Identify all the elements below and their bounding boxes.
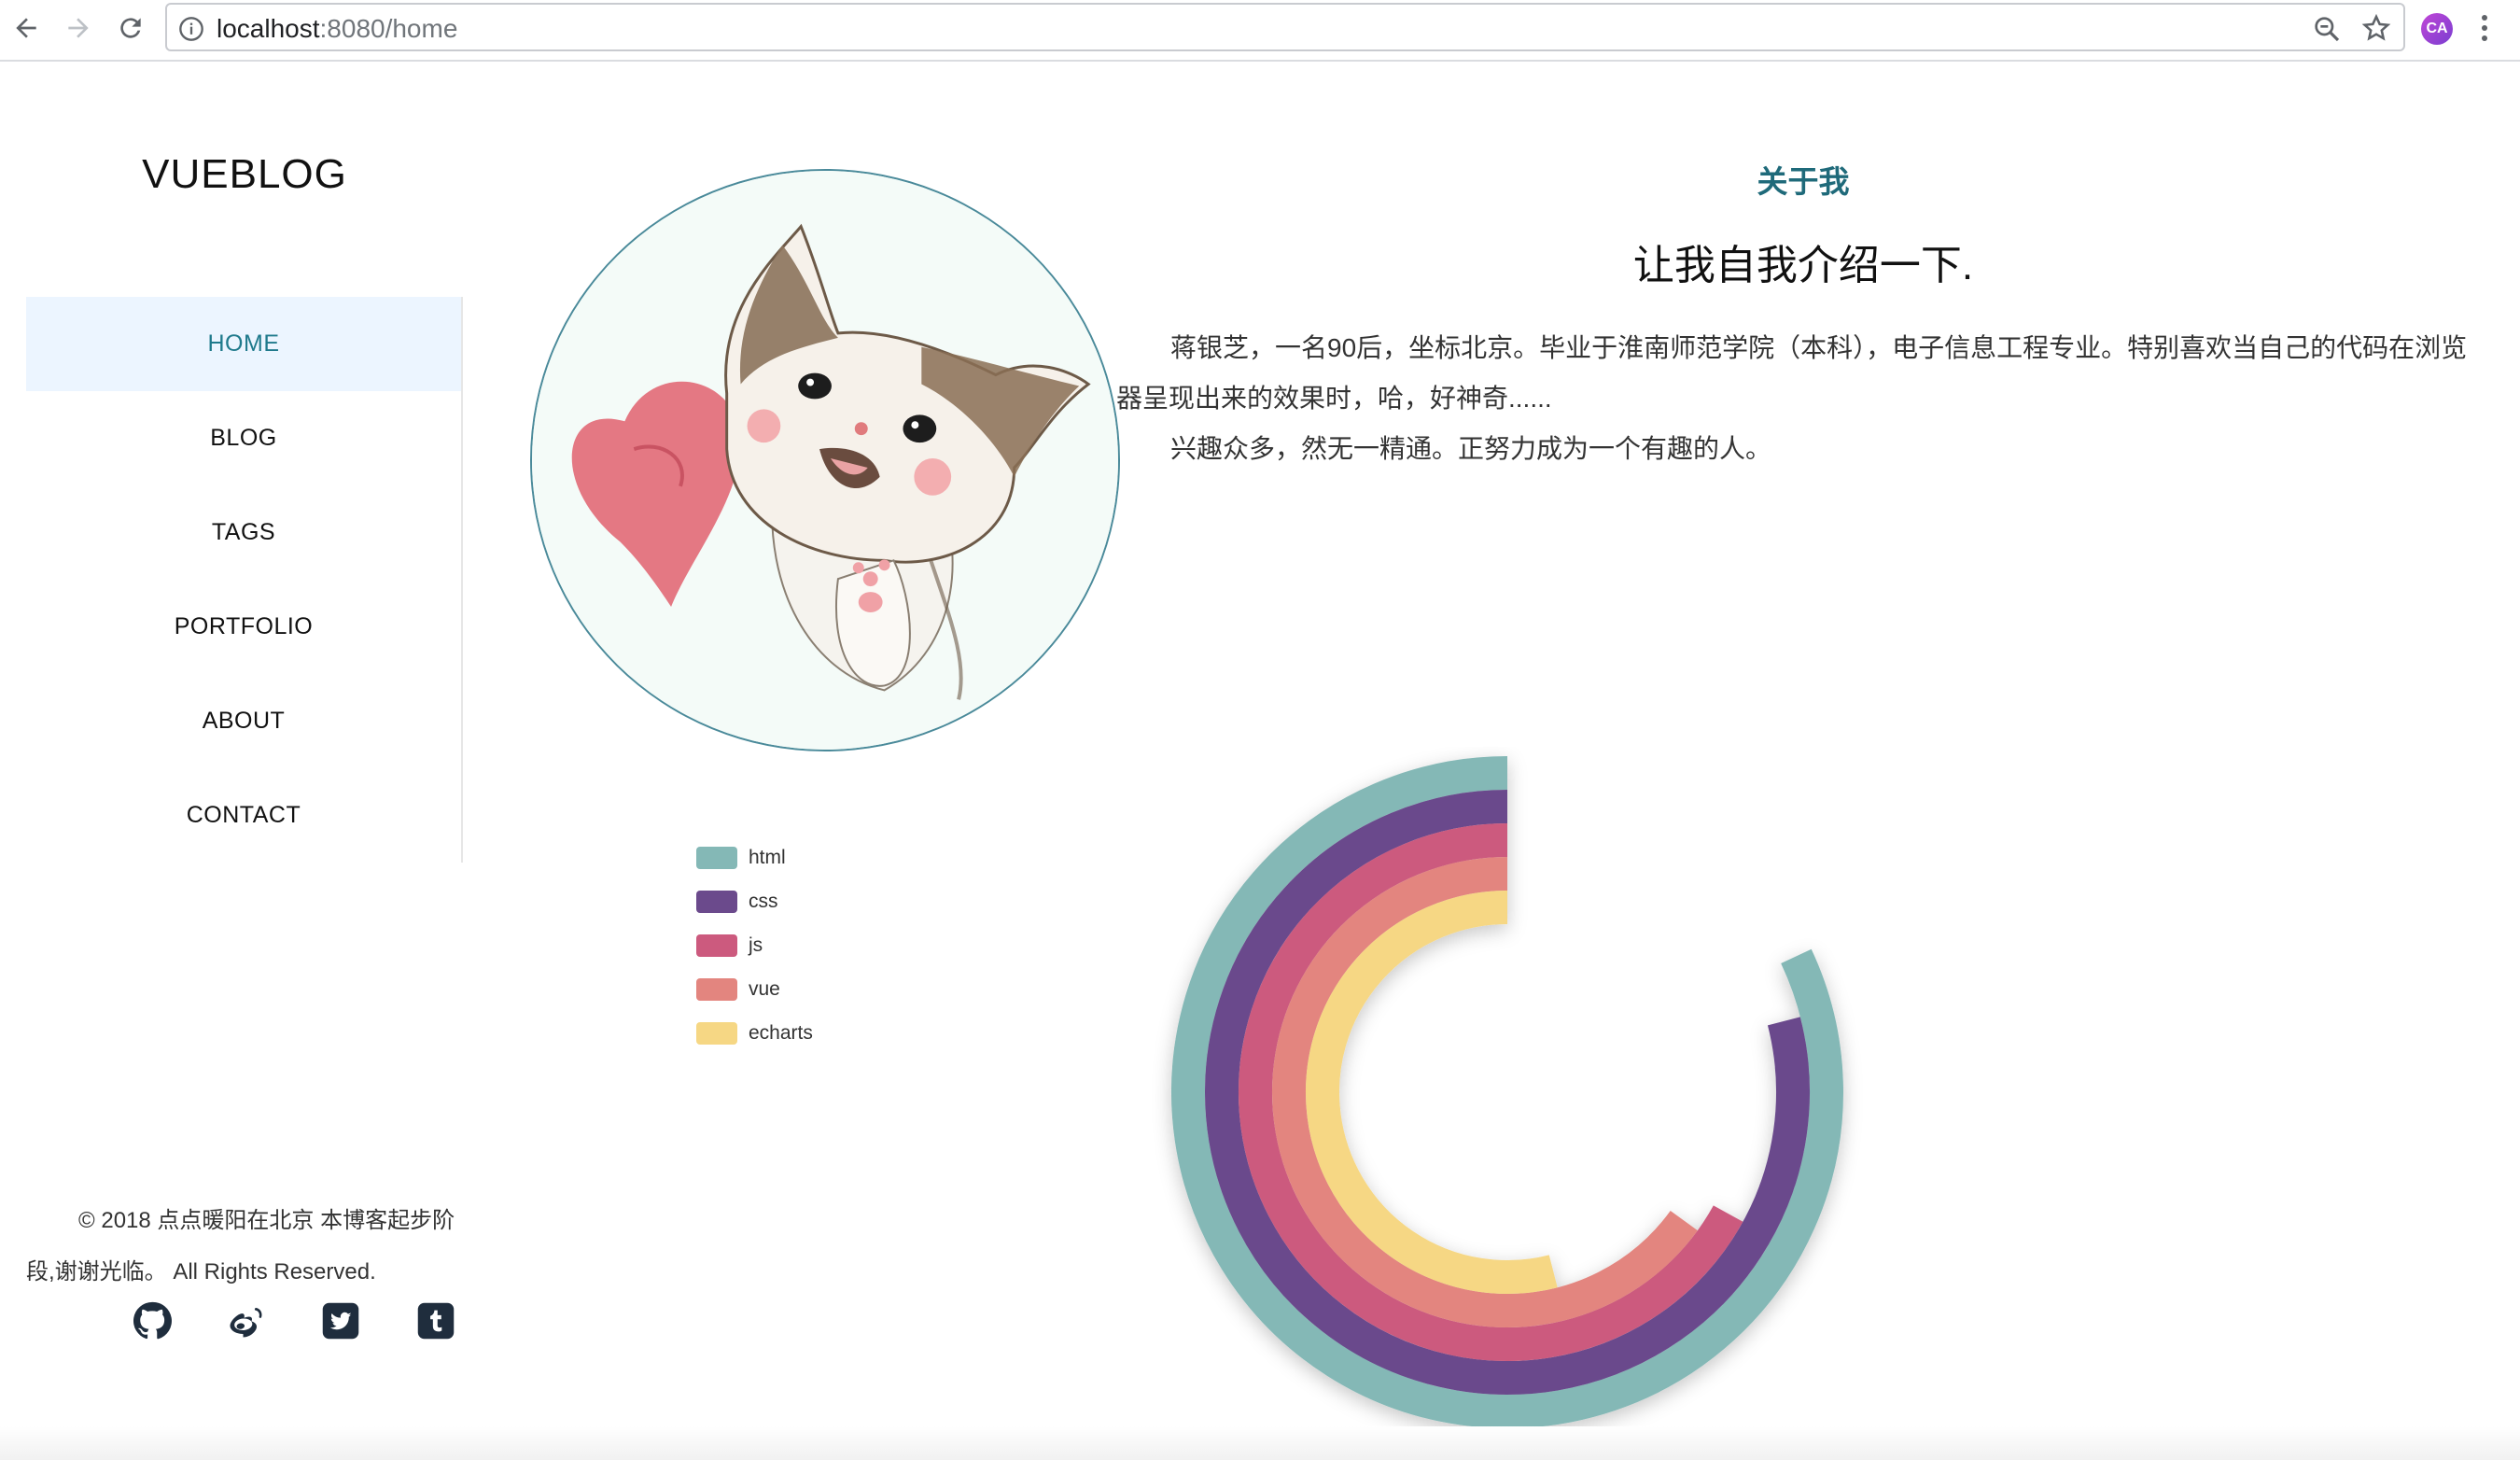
back-button[interactable]	[6, 7, 47, 49]
url-host: localhost	[217, 14, 320, 43]
legend-item-vue[interactable]: vue	[696, 978, 780, 1001]
legend-label: js	[749, 934, 763, 956]
tumblr-icon	[417, 1302, 455, 1340]
twitter-link[interactable]	[321, 1301, 360, 1341]
about-title: 让我自我介绍一下.	[1632, 243, 1974, 288]
weibo-icon	[230, 1308, 262, 1338]
reload-icon	[120, 18, 141, 38]
chart-bar-echarts[interactable]	[1306, 891, 1558, 1294]
site-logo[interactable]: VUEBLOG	[26, 151, 463, 198]
github-link[interactable]	[133, 1301, 172, 1341]
legend-swatch	[696, 978, 737, 1001]
more-menu-icon[interactable]	[2473, 11, 2496, 45]
legend-item-html[interactable]: html	[696, 847, 786, 869]
sidebar: VUEBLOG HOME BLOG TAGS PORTFOLIO ABOUT C…	[26, 62, 463, 1406]
chart-bar-vue[interactable]	[1272, 857, 1698, 1327]
address-bar[interactable]: localhost:8080/home	[165, 3, 2405, 51]
about-body: 蒋银芝，一名90后，坐标北京。毕业于淮南师范学院（本科），电子信息工程专业。特别…	[1116, 323, 2483, 474]
url-path: :8080/home	[319, 14, 458, 43]
legend-swatch	[696, 934, 737, 957]
browser-toolbar: localhost:8080/home CA	[0, 0, 2520, 62]
nav-item-home[interactable]: HOME	[26, 297, 461, 391]
info-icon[interactable]	[178, 16, 204, 42]
nav-item-blog[interactable]: BLOG	[26, 391, 461, 485]
about-kicker: 关于我	[1757, 164, 1850, 199]
footer-copyright: © 2018 点点暖阳在北京 本博客起步阶段,谢谢光临。 All Rights …	[26, 1208, 455, 1285]
chart-svg	[1171, 756, 1843, 1428]
forward-button[interactable]	[58, 7, 99, 49]
nav-item-tags[interactable]: TAGS	[26, 485, 461, 580]
bookmark-star-icon[interactable]	[2360, 12, 2392, 44]
legend-label: html	[749, 847, 786, 868]
url-text[interactable]: localhost:8080/home	[217, 14, 457, 44]
legend-swatch	[696, 847, 737, 869]
reload-button[interactable]	[110, 7, 151, 49]
github-icon	[133, 1301, 172, 1340]
author-avatar-image	[530, 169, 1120, 751]
cat-heart-illustration	[532, 171, 1118, 750]
twitter-icon	[322, 1302, 359, 1340]
nav-item-about[interactable]: ABOUT	[26, 674, 461, 768]
arrow-right-icon	[68, 18, 89, 38]
profile-avatar[interactable]: CA	[2421, 13, 2453, 45]
legend-item-echarts[interactable]: echarts	[696, 1022, 813, 1045]
about-paragraph: 兴趣众多，然无一精通。正努力成为一个有趣的人。	[1170, 434, 1772, 463]
legend-item-css[interactable]: css	[696, 891, 778, 913]
legend-swatch	[696, 891, 737, 913]
main-nav: HOME BLOG TAGS PORTFOLIO ABOUT CONTACT	[26, 297, 463, 863]
zoom-icon[interactable]	[2312, 14, 2342, 44]
legend-item-js[interactable]: js	[696, 934, 763, 957]
legend-label: css	[749, 891, 778, 912]
legend-label: echarts	[749, 1022, 813, 1044]
tumblr-link[interactable]	[416, 1301, 455, 1341]
arrow-left-icon	[16, 18, 36, 38]
nav-item-contact[interactable]: CONTACT	[26, 768, 461, 863]
legend-label: vue	[749, 978, 780, 1000]
about-paragraph: 蒋银芝，一名90后，坐标北京。毕业于淮南师范学院（本科），电子信息工程专业。特别…	[1116, 333, 2468, 413]
legend-swatch	[696, 1022, 737, 1045]
skills-polar-chart: html css js vue echarts	[653, 747, 2147, 1438]
weibo-link[interactable]	[227, 1301, 266, 1341]
page-bottom-edge	[0, 1426, 2520, 1460]
nav-item-portfolio[interactable]: PORTFOLIO	[26, 580, 461, 674]
